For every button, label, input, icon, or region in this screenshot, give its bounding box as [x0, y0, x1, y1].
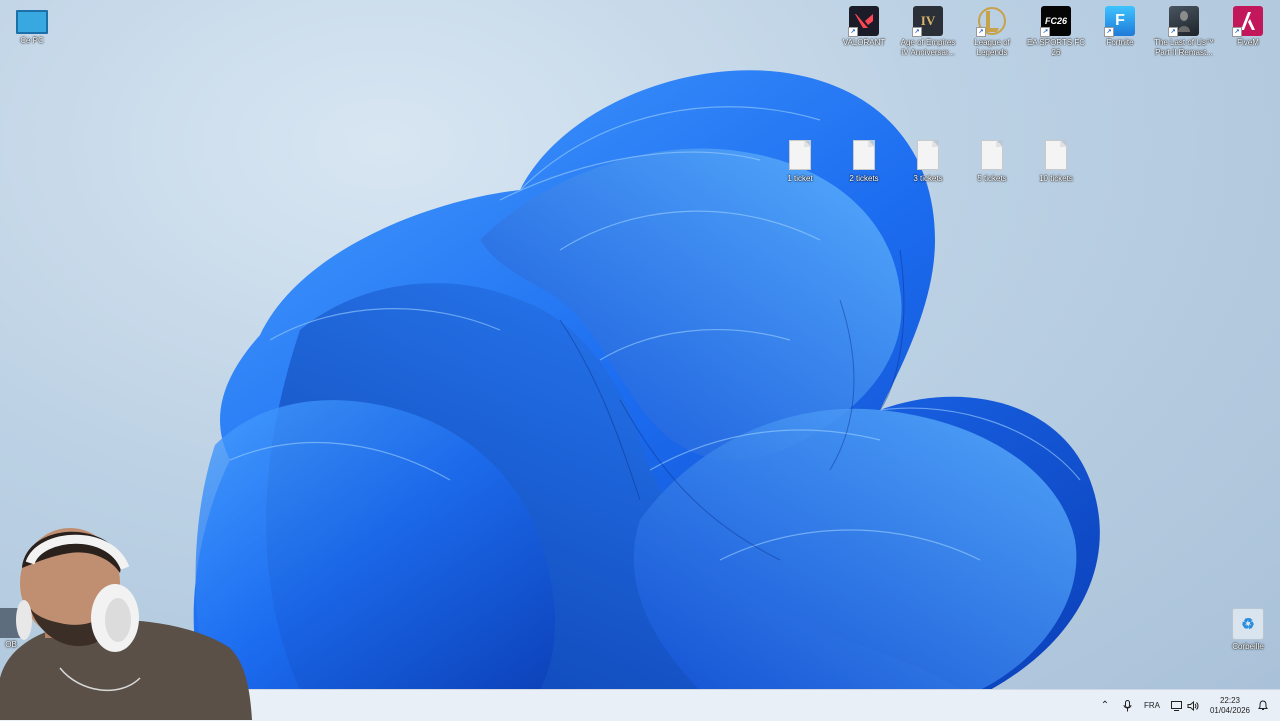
- aoe-glyph: IV: [920, 13, 936, 28]
- fortnite-shortcut[interactable]: F ↗ Fortnite: [1089, 2, 1151, 48]
- last-of-us-shortcut[interactable]: ↗ The Last of Us™ Part II Remast...: [1153, 2, 1215, 58]
- file-1-ticket[interactable]: 1 ticket: [769, 138, 831, 184]
- notification-bell-icon: [1258, 700, 1268, 710]
- league-of-legends-shortcut[interactable]: ↗ League of Legends: [961, 2, 1023, 58]
- language-label: FRA: [1144, 701, 1160, 710]
- fivem-label: FiveM: [1237, 38, 1259, 47]
- shortcut-arrow-icon: ↗: [976, 27, 986, 37]
- age-of-empires-label: Age of Empires IV Anniversar...: [900, 38, 956, 57]
- recycle-bin-shortcut[interactable]: ♻ Corbeille: [1217, 604, 1279, 652]
- network-icon: [1170, 700, 1182, 711]
- network-button[interactable]: [1168, 690, 1184, 721]
- chevron-up-icon: ⌃: [1100, 700, 1110, 711]
- document-icon: [853, 140, 875, 170]
- last-of-us-icon: ↗: [1168, 6, 1199, 37]
- file-label: 1 ticket: [787, 174, 813, 183]
- document-icon: [917, 140, 939, 170]
- fortnite-icon: F ↗: [1104, 6, 1135, 37]
- age-of-empires-shortcut[interactable]: IV ↗ Age of Empires IV Anniversar...: [897, 2, 959, 58]
- file-3-tickets[interactable]: 3 tickets: [897, 138, 959, 184]
- ea-sports-fc-label: EA SPORTS FC 26: [1026, 38, 1086, 57]
- document-icon: [1045, 140, 1067, 170]
- file-2-tickets[interactable]: 2 tickets: [833, 138, 895, 184]
- clock-time: 22:23: [1219, 695, 1241, 705]
- recycle-bin-label: Corbeille: [1232, 642, 1264, 651]
- file-label: 2 tickets: [849, 174, 879, 183]
- file-5-tickets[interactable]: 5 tickets: [961, 138, 1023, 184]
- last-of-us-label: The Last of Us™ Part II Remast...: [1153, 38, 1215, 57]
- shortcut-arrow-icon: ↗: [1040, 27, 1050, 37]
- document-icon: [981, 140, 1003, 170]
- ea-fc-icon: FC26 ↗: [1040, 6, 1071, 37]
- recycle-bin-icon: ♻: [1232, 608, 1264, 640]
- clock[interactable]: 22:23 01/04/2026: [1206, 690, 1254, 721]
- valorant-label: VALORANT: [842, 38, 886, 47]
- volume-button[interactable]: [1185, 690, 1201, 721]
- shortcut-arrow-icon: ↗: [848, 27, 858, 37]
- fortnite-glyph: F: [1115, 12, 1125, 29]
- document-icon: [789, 140, 811, 170]
- shortcut-arrow-icon: ↗: [1168, 27, 1178, 37]
- shortcut-arrow-icon: ↗: [1232, 27, 1242, 37]
- fc-glyph: FC26: [1044, 16, 1067, 26]
- file-label: 5 tickets: [977, 174, 1007, 183]
- shortcut-arrow-icon: ↗: [1104, 27, 1114, 37]
- file-label: 3 tickets: [913, 174, 943, 183]
- this-pc-label: Ce PC: [20, 36, 44, 45]
- monitor-icon: [16, 10, 48, 34]
- valorant-icon: ↗: [848, 6, 879, 37]
- fivem-shortcut[interactable]: ↗ FiveM: [1217, 2, 1279, 48]
- fortnite-label: Fortnite: [1106, 38, 1134, 47]
- valorant-shortcut[interactable]: ↗ VALORANT: [833, 2, 895, 48]
- notifications-button[interactable]: [1256, 690, 1270, 721]
- league-of-legends-label: League of Legends: [974, 38, 1010, 57]
- file-10-tickets[interactable]: 10 tickets: [1025, 138, 1087, 184]
- this-pc-shortcut[interactable]: Ce PC: [1, 4, 63, 46]
- league-of-legends-icon: ↗: [976, 6, 1007, 37]
- webcam-overlay: [0, 528, 252, 720]
- microphone-button[interactable]: [1118, 690, 1136, 721]
- show-hidden-icons-button[interactable]: ⌃: [1096, 690, 1114, 721]
- speaker-icon: [1187, 700, 1199, 711]
- clock-date: 01/04/2026: [1209, 705, 1251, 715]
- ea-sports-fc-shortcut[interactable]: FC26 ↗ EA SPORTS FC 26: [1025, 2, 1087, 58]
- fivem-icon: ↗: [1232, 6, 1263, 37]
- shortcut-arrow-icon: ↗: [912, 27, 922, 37]
- age-of-empires-icon: IV ↗: [912, 6, 943, 37]
- microphone-icon: [1123, 699, 1131, 711]
- file-label: 10 tickets: [1039, 174, 1073, 183]
- language-indicator[interactable]: FRA: [1140, 690, 1164, 721]
